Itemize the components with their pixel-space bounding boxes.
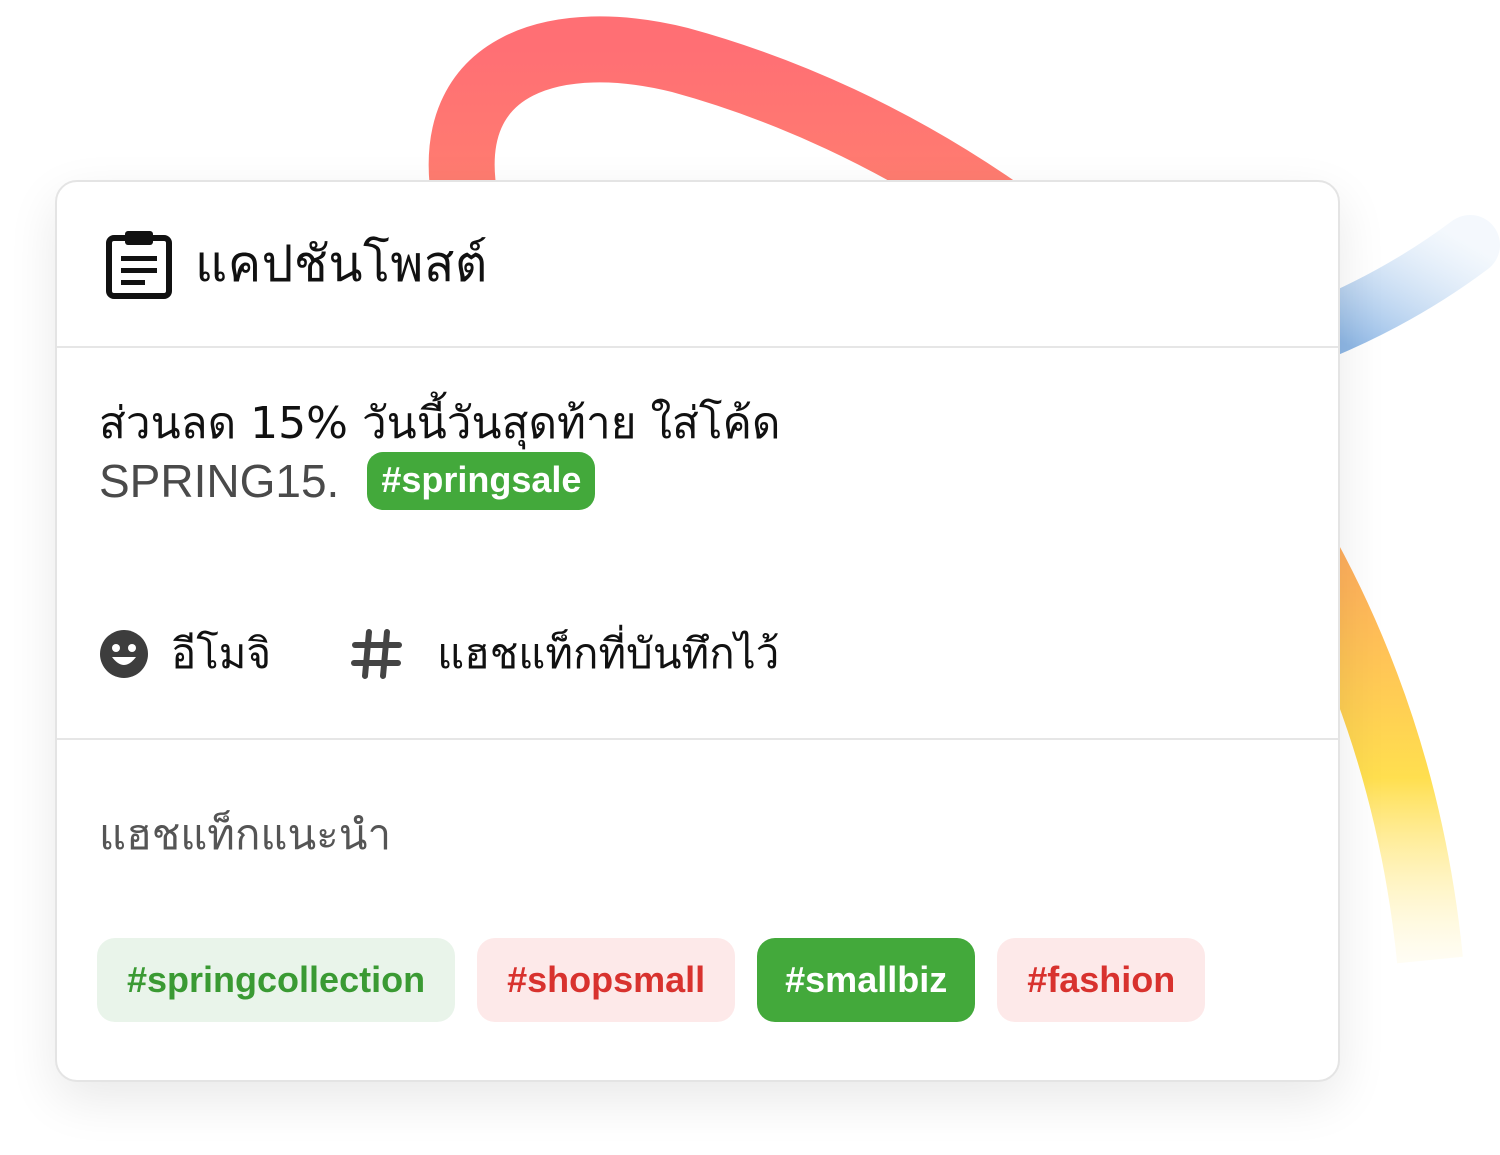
editor-toolbar: อีโมจิ แฮชแท็กที่บันทึกไว้ bbox=[99, 624, 779, 684]
emoji-label: อีโมจิ bbox=[171, 629, 272, 678]
clipboard-icon bbox=[105, 228, 173, 300]
hashtag-chip-smallbiz[interactable]: #smallbiz bbox=[757, 938, 976, 1022]
hashtag-icon bbox=[351, 628, 403, 680]
caption-card: แคปชันโพสต์ ส่วนลด 15% วันนี้วันสุดท้าย … bbox=[55, 180, 1340, 1082]
emoji-button[interactable]: อีโมจิ bbox=[99, 621, 271, 687]
card-title: แคปชันโพสต์ bbox=[195, 234, 488, 293]
hashtag-chip-fashion[interactable]: #fashion bbox=[997, 938, 1206, 1022]
saved-hashtags-button[interactable]: แฮชแท็กที่บันทึกไว้ bbox=[351, 621, 779, 687]
saved-hashtags-label: แฮชแท็กที่บันทึกไว้ bbox=[437, 629, 780, 678]
suggested-hashtags-title: แฮชแท็กแนะนำ bbox=[99, 810, 392, 859]
promo-code: SPRING15. bbox=[99, 455, 340, 507]
caption-text-line-2: SPRING15. #springsale bbox=[99, 452, 596, 510]
caption-text-line: ส่วนลด 15% วันนี้วันสุดท้าย ใส่โค้ด bbox=[99, 398, 781, 449]
inline-hashtag[interactable]: #springsale bbox=[367, 452, 596, 510]
smiley-icon bbox=[99, 629, 149, 679]
hashtag-chip-shopsmall[interactable]: #shopsmall bbox=[477, 938, 736, 1022]
suggested-hashtag-list: #springcollection #shopsmall #smallbiz #… bbox=[97, 938, 1206, 1022]
hashtag-chip-springcollection[interactable]: #springcollection bbox=[97, 938, 456, 1022]
caption-editor[interactable]: ส่วนลด 15% วันนี้วันสุดท้าย ใส่โค้ด SPRI… bbox=[57, 348, 1338, 740]
card-header: แคปชันโพสต์ bbox=[57, 182, 1338, 348]
